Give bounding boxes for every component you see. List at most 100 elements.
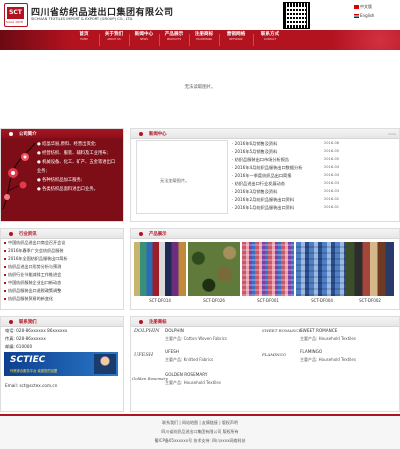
industry-item[interactable]: 2016年全国纺织品服装出口简析	[4, 256, 68, 262]
trademarks-title: 注册商标	[149, 320, 167, 325]
profile-title: 公司简介	[19, 132, 37, 137]
brand-description: 主要产品: Cotton Woven Fabrics	[165, 336, 228, 341]
nav-trademark[interactable]: 注册商标 TRADEMARK	[190, 32, 218, 42]
news-item[interactable]: · 2016年5月销售及资料	[232, 149, 277, 155]
logo-since: Since 1978	[6, 20, 23, 24]
product-image[interactable]	[346, 242, 394, 296]
industry-news-panel: 行业资讯 中国纺织品进出口商会召开会议 2016年春季广交会纺织品服装 2016…	[0, 228, 124, 310]
bullet-icon	[139, 232, 143, 236]
news-image-placeholder: 无法加载图片。	[160, 178, 190, 183]
nav-label: 营销网络	[226, 32, 246, 37]
industry-item[interactable]: 纺织品服装贸易的新变化	[4, 296, 53, 302]
trademarks-header: 注册商标	[131, 317, 399, 327]
nav-products[interactable]: 产品展示 PRODUCTS	[160, 32, 188, 42]
nav-sublabel: TRADEMARK	[195, 38, 213, 41]
news-item[interactable]: · 2016年1月纺织品服装出口资料	[232, 205, 294, 211]
contact-postcode: 邮编: 610000	[5, 344, 33, 349]
product-caption: SCT-DF014	[149, 298, 171, 303]
news-date: 2016-06	[324, 141, 340, 145]
news-title: 新闻中心	[149, 132, 167, 137]
company-logo[interactable]: SCT Since 1978	[4, 3, 28, 27]
product-image[interactable]	[296, 242, 348, 296]
language-chinese-label: 中文版	[360, 4, 372, 9]
industry-item[interactable]: 纺织行业节能减排工作推进会	[4, 272, 61, 278]
bullet-icon	[9, 232, 13, 236]
bullet-icon	[4, 242, 6, 244]
profile-line: ● 各种纺织品加工服务;	[37, 178, 83, 183]
bullet-icon	[139, 132, 143, 136]
product-image[interactable]	[134, 242, 186, 296]
news-item[interactable]: · 2016年一季度纺织品出口简报	[232, 173, 291, 179]
product-caption: SCT-DF004	[311, 298, 333, 303]
news-more-link[interactable]: more	[388, 132, 396, 136]
nav-network[interactable]: 营销网络 NETWORK	[222, 32, 250, 42]
news-item[interactable]: · 2016年2月纺织品服装出口资料	[232, 197, 294, 203]
news-item[interactable]: · 纺织品服装出口市场分析报告	[232, 157, 289, 163]
contact-phone: 电话: 028-86xxxxxx 86xxxxxx	[5, 328, 68, 333]
main-navigation: 首页 HOME 关于我们 ABOUT US 新闻中心 NEWS 产品展示 PRODUCT…	[0, 30, 400, 50]
news-item[interactable]: · 2016年6月销售及资料	[232, 141, 277, 147]
nav-home[interactable]: 首页 HOME	[70, 32, 98, 42]
language-chinese-link[interactable]: 中文版	[354, 4, 372, 10]
uk-flag-icon	[354, 14, 359, 18]
profile-line: ● 经营纺织、服装、辅料及工业用布;	[37, 151, 109, 156]
brand-name: GOLDEN ROSEMARY	[165, 372, 208, 377]
brand-logo-ufesh[interactable]: UFESH	[134, 352, 153, 358]
brand-logo-flamingo[interactable]: FLAMINGO	[262, 352, 286, 357]
nav-about[interactable]: 关于我们 ABOUT US	[100, 32, 128, 42]
industry-item-label: 2016年春季广交会纺织品服装	[8, 248, 64, 253]
footer-links[interactable]: 联系我们 | 网站地图 | 友情链接 | 版权声明	[0, 420, 400, 426]
profile-line: ● 结晶华丽,原料、经营出资金;	[37, 142, 97, 147]
product-image[interactable]	[188, 242, 240, 296]
news-date: 2016-05	[324, 157, 340, 161]
products-header: 产品展示	[131, 229, 399, 239]
nav-divider	[253, 34, 254, 46]
industry-item[interactable]: 中国纺织品进出口商会召开会议	[4, 240, 65, 246]
brand-logo-golden-rosemary[interactable]: Golden Rosemary	[132, 376, 168, 381]
brand-logo-sweet-romance[interactable]: SWEET ROMANCE	[262, 328, 301, 333]
news-item[interactable]: · 2016年4月纺织品服装出口数据分析	[232, 165, 302, 171]
contact-email[interactable]: Email: sct@sctex.com.cn	[5, 383, 57, 388]
nav-news[interactable]: 新闻中心 NEWS	[130, 32, 158, 42]
nav-contact[interactable]: 联系方式 CONTACT	[256, 32, 284, 42]
industry-item[interactable]: 纺织品进出口形势分析与预测	[4, 264, 61, 270]
news-header: 新闻中心 more	[131, 129, 399, 139]
brand-name: SWEET ROMANCE	[300, 328, 338, 333]
nav-label: 联系方式	[260, 32, 280, 37]
news-image[interactable]	[136, 140, 228, 214]
nav-sublabel: NEWS	[140, 38, 148, 41]
bullet-icon	[4, 274, 6, 276]
product-caption: SCT-DF002	[359, 298, 381, 303]
brand-description: 主要产品: Household Textiles	[165, 380, 221, 385]
service-platform-banner[interactable]: SCTIEC 外贸综合服务平台 诚邀您的加盟	[4, 352, 118, 376]
product-image[interactable]	[242, 242, 294, 296]
profile-line: 业务;	[37, 169, 48, 174]
industry-item[interactable]: 2016年春季广交会纺织品服装	[4, 248, 63, 254]
banner-placeholder: 无法读取图片。	[184, 85, 216, 90]
news-item[interactable]: · 2016年3月销售及资料	[232, 189, 277, 195]
contact-fax: 传真: 028-86xxxxxx	[5, 336, 46, 341]
bullet-icon	[4, 298, 6, 300]
news-date: 2016-02	[324, 197, 340, 201]
industry-item[interactable]: 纺织品服装出口退税政策调整	[4, 288, 61, 294]
brand-name: DOLPHIN	[165, 328, 184, 333]
industry-header: 行业资讯	[1, 229, 123, 239]
language-english-link[interactable]: English	[354, 13, 374, 18]
company-profile-panel: 公司简介 ● 结晶华丽,原料、经营出资金; ● 经营纺织、服装、辅料及工业用布;…	[0, 128, 124, 222]
contact-title: 联系我们	[19, 320, 37, 325]
news-item[interactable]: · 纺织品进出口行业发展动态	[232, 181, 285, 187]
profile-line: ● 机械设备、化工、矿产、五金等进出口	[37, 160, 116, 165]
banner-subtitle: 外贸综合服务平台 诚邀您的加盟	[10, 369, 58, 373]
news-date: 2016-03	[324, 189, 340, 193]
bullet-icon	[139, 320, 143, 324]
news-date: 2016-03	[324, 181, 340, 185]
bullet-icon	[4, 290, 6, 292]
brand-logo-dolphin[interactable]: DOLPHIN	[134, 328, 160, 334]
bullet-icon	[4, 250, 6, 252]
nav-sublabel: CONTACT	[263, 38, 277, 41]
news-date: 2016-04	[324, 165, 340, 169]
product-caption: SCT-DF026	[203, 298, 225, 303]
profile-header: 公司简介	[1, 129, 123, 138]
industry-item-label: 2016年全国纺织品服装出口简析	[8, 256, 68, 261]
industry-item[interactable]: 中国纺织服装企业出口新动态	[4, 280, 61, 286]
